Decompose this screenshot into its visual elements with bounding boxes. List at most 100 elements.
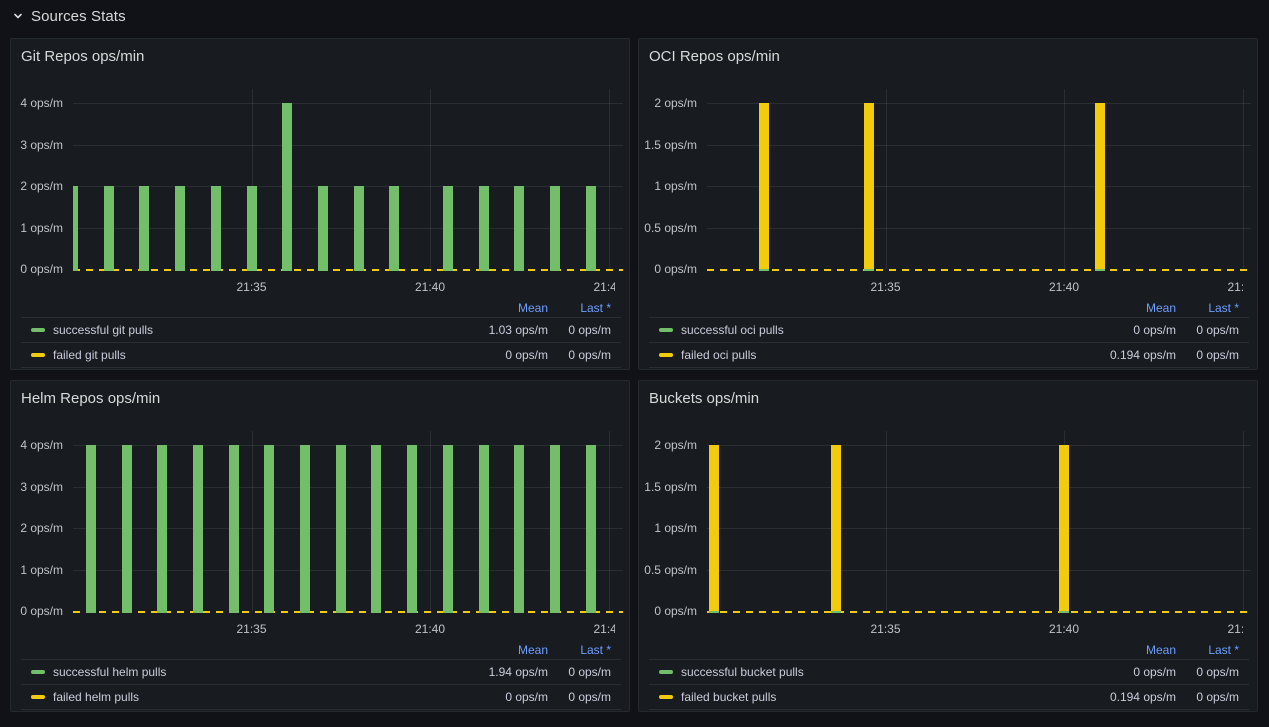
bar [211, 186, 221, 271]
panel-git-repos: Git Repos ops/min4 ops/m3 ops/m2 ops/m1 … [10, 38, 630, 370]
legend-row: failed git pulls0 ops/m0 ops/m [21, 342, 621, 368]
grid-line-h [707, 145, 1251, 146]
zero-line [707, 269, 1251, 271]
legend-col-mean[interactable]: Mean [1146, 299, 1176, 317]
bar [264, 445, 274, 613]
legend-series-label[interactable]: failed bucket pulls [681, 690, 776, 704]
row-title: Sources Stats [31, 8, 126, 25]
x-axis-tick-label: 21:45 [593, 621, 615, 637]
y-axis-tick-label: 1 ops/m [20, 562, 63, 578]
x-axis-tick-label: 21:35 [236, 279, 266, 295]
legend: MeanLast *successful bucket pulls0 ops/m… [649, 641, 1249, 710]
chart-plot[interactable] [707, 431, 1251, 613]
legend-mean-value: 1.94 ops/m [489, 660, 548, 684]
grid-line-v [430, 89, 431, 269]
legend-swatch[interactable] [659, 695, 673, 699]
legend: MeanLast *successful git pulls1.03 ops/m… [21, 299, 621, 368]
x-axis-tick-label: 21:35 [870, 279, 900, 295]
legend-header: Mean Last * [21, 641, 621, 659]
legend-col-last[interactable]: Last * [1208, 641, 1239, 659]
zero-base-mark [709, 611, 719, 613]
x-axis-tick-labels: 21:35 21:40 21:45 [639, 279, 1243, 295]
bar [550, 445, 560, 613]
grid-line-h [73, 186, 623, 187]
legend-row: failed helm pulls0 ops/m0 ops/m [21, 684, 621, 710]
x-axis-tick-label: 21:35 [870, 621, 900, 637]
x-axis-tick-label: 21:45 [593, 279, 615, 295]
legend-last-value: 0 ops/m [568, 318, 611, 342]
legend-swatch[interactable] [31, 695, 45, 699]
legend-mean-value: 0 ops/m [505, 343, 548, 367]
grid-line-v [1243, 89, 1244, 269]
bar [586, 186, 596, 271]
x-axis-tick-label: 21:40 [1049, 279, 1079, 295]
legend-col-mean[interactable]: Mean [1146, 641, 1176, 659]
legend-series-label[interactable]: successful helm pulls [53, 665, 166, 679]
y-axis-tick-label: 0 ops/m [20, 261, 63, 277]
bar [759, 103, 769, 271]
legend-series-label[interactable]: successful git pulls [53, 323, 153, 337]
grid-line-h [707, 487, 1251, 488]
bar [389, 186, 399, 271]
legend-series-label[interactable]: successful oci pulls [681, 323, 784, 337]
legend-col-last[interactable]: Last * [580, 641, 611, 659]
legend-series-label[interactable]: failed git pulls [53, 348, 126, 362]
y-axis-tick-label: 1 ops/m [20, 220, 63, 236]
bar [122, 445, 132, 613]
panel-title[interactable]: Git Repos ops/min [21, 47, 144, 67]
legend-series-label[interactable]: successful bucket pulls [681, 665, 804, 679]
grid-line-h [73, 145, 623, 146]
legend-swatch[interactable] [31, 328, 45, 332]
chart-plot[interactable] [707, 89, 1251, 271]
legend-mean-value: 0 ops/m [505, 685, 548, 709]
x-axis-tick-labels: 21:3521:4021:45 [11, 279, 615, 295]
bar [73, 186, 78, 271]
grid-line-h [707, 103, 1251, 104]
legend-series-label[interactable]: failed oci pulls [681, 348, 756, 362]
x-axis-tick-label: 21:45 [1227, 279, 1243, 295]
bar [86, 445, 96, 613]
y-axis-tick-label: 4 ops/m [20, 437, 63, 453]
legend-swatch[interactable] [659, 353, 673, 357]
y-axis-tick-label: 0.5 ops/m [644, 220, 697, 236]
panel-title[interactable]: Helm Repos ops/min [21, 389, 160, 409]
chart-plot[interactable] [73, 89, 623, 271]
grid-line-v [609, 89, 610, 269]
zero-base-mark [831, 611, 841, 613]
legend-swatch[interactable] [659, 670, 673, 674]
bar [831, 445, 841, 613]
chart-plot[interactable] [73, 431, 623, 613]
sources-stats-row-header[interactable]: Sources Stats [12, 3, 126, 29]
bar [1095, 103, 1105, 271]
panel-title[interactable]: OCI Repos ops/min [649, 47, 780, 67]
legend-swatch[interactable] [659, 328, 673, 332]
legend-mean-value: 0 ops/m [1133, 318, 1176, 342]
legend-col-last[interactable]: Last * [580, 299, 611, 317]
legend-header: Mean Last * [649, 641, 1249, 659]
y-axis-tick-label: 3 ops/m [20, 137, 63, 153]
legend-col-last[interactable]: Last * [1208, 299, 1239, 317]
bar [443, 445, 453, 613]
legend-col-mean[interactable]: Mean [518, 641, 548, 659]
grid-line-v [609, 431, 610, 611]
bar [550, 186, 560, 271]
x-axis-tick-labels: 21:3521:4021:45 [639, 621, 1243, 637]
y-axis-tick-label: 1.5 ops/m [644, 137, 697, 153]
zero-line [73, 269, 623, 271]
legend-last-value: 0 ops/m [1196, 343, 1239, 367]
legend-last-value: 0 ops/m [568, 660, 611, 684]
bar [282, 103, 292, 271]
grid-line-v [886, 431, 887, 611]
panel-buckets: Buckets ops/min2 ops/m1.5 ops/m1 ops/m0.… [638, 380, 1258, 712]
legend-series-label[interactable]: failed helm pulls [53, 690, 139, 704]
y-axis-tick-label: 2 ops/m [20, 178, 63, 194]
legend-swatch[interactable] [31, 353, 45, 357]
grid-line-v [886, 89, 887, 269]
legend-swatch[interactable] [31, 670, 45, 674]
panel-title[interactable]: Buckets ops/min [649, 389, 759, 409]
grid-line-h [73, 103, 623, 104]
bar [104, 186, 114, 271]
legend-last-value: 0 ops/m [1196, 318, 1239, 342]
bar [407, 445, 417, 613]
legend-col-mean[interactable]: Mean [518, 299, 548, 317]
